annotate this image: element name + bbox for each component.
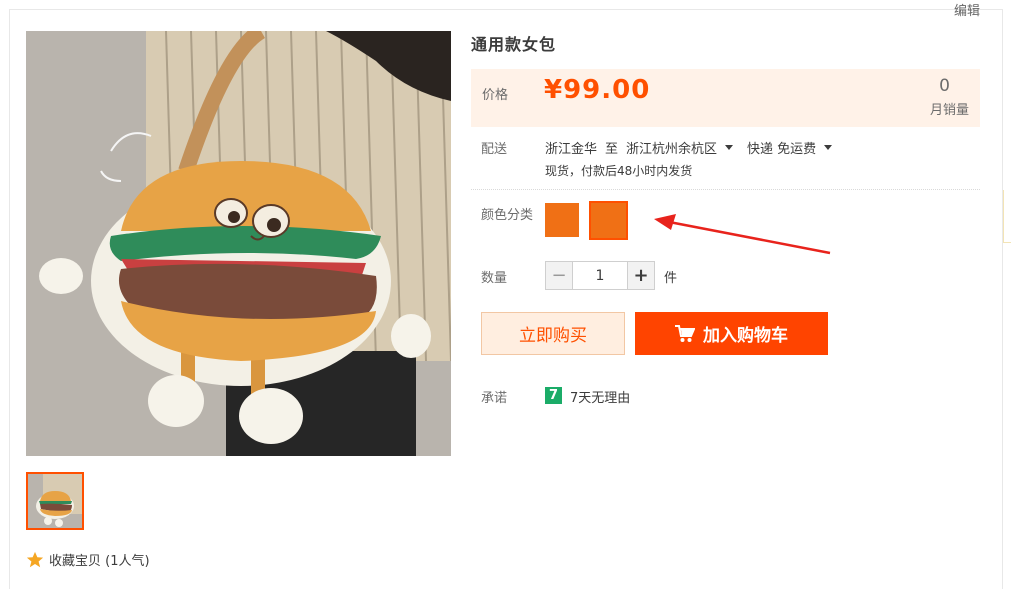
quantity-input[interactable]: 1 [573,261,627,290]
price-label: 价格 [482,88,509,103]
price-panel: 价格 ¥99.00 0 月销量 [471,69,980,127]
delivery-method-select[interactable]: 快递 免运费 [747,138,816,157]
promise-label: 承诺 [481,391,508,406]
promise-text[interactable]: 7天无理由 [570,387,630,406]
delivery-destination-select[interactable]: 浙江杭州余杭区 [626,138,717,157]
price-value: ¥99.00 [544,75,651,105]
delivery-route: 浙江金华 至 浙江杭州余杭区 快递 免运费 [545,138,846,157]
add-to-cart-button[interactable]: 加入购物车 [635,312,828,355]
color-label: 颜色分类 [481,208,534,223]
product-title: 通用款女包 [471,35,557,54]
cart-icon [675,324,695,342]
red-arrow [654,214,831,255]
color-option-2-selected[interactable] [589,201,628,240]
star-icon [26,551,44,567]
buy-now-button[interactable]: 立即购买 [481,312,625,355]
monthly-sales-count: 0 [939,76,950,96]
side-decoration [1003,190,1011,243]
add-to-cart-label: 加入购物车 [703,326,788,346]
delivery-to: 至 [605,142,619,157]
delivery-note: 现货，付款后48小时内发货 [545,164,693,178]
quantity-increase-button[interactable]: + [627,261,655,290]
quantity-decrease-button[interactable]: − [545,261,573,290]
delivery-origin: 浙江金华 [545,142,598,157]
burger-bag-photo [26,31,451,456]
quantity-unit: 件 [664,271,678,286]
edit-link[interactable]: 编辑 [954,0,980,19]
favorite-label: 收藏宝贝 (1人气) [49,554,150,569]
seven-day-return-icon: 7 [545,387,562,404]
burger-bag-thumbnail [28,474,82,528]
color-option-1[interactable] [545,203,579,237]
main-product-image[interactable] [26,31,451,456]
favorite-item[interactable]: 收藏宝贝 (1人气) [26,550,150,569]
chevron-down-icon[interactable] [725,145,734,150]
delivery-label: 配送 [481,142,508,157]
quantity-label: 数量 [481,271,508,286]
thumbnail-1[interactable] [26,472,84,530]
divider [471,189,980,190]
monthly-sales-label: 月销量 [929,103,969,118]
quantity-stepper: − 1 + [545,261,655,290]
chevron-down-icon[interactable] [824,145,833,150]
